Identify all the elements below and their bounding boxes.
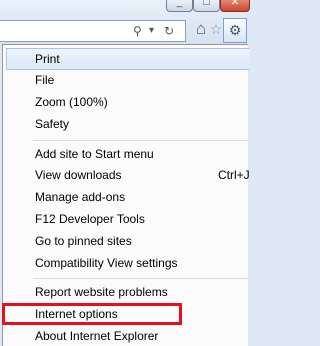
menu-item-report-website-problems[interactable]: Report website problems — [6, 281, 249, 303]
close-button[interactable]: ✕ — [220, 0, 250, 12]
menu-item-about-internet-explorer[interactable]: About Internet Explorer — [6, 325, 249, 346]
menu-item-label: File — [35, 73, 55, 87]
menu-item-print[interactable]: Print — [6, 48, 249, 70]
tools-button[interactable]: ⚙ — [223, 18, 247, 43]
menu-item-label: Compatibility View settings — [35, 256, 178, 270]
menu-item-go-to-pinned-sites[interactable]: Go to pinned sites — [6, 230, 249, 252]
menu-item-view-downloads[interactable]: View downloads Ctrl+J — [6, 164, 250, 186]
gear-icon: ⚙ — [228, 22, 242, 38]
menu-item-label: Print — [35, 52, 60, 66]
menu-item-label: View downloads — [35, 168, 122, 182]
menu-item-label: Report website problems — [35, 285, 168, 299]
menu-item-label: About Internet Explorer — [35, 329, 159, 343]
menu-item-label: Go to pinned sites — [35, 234, 132, 248]
menu-item-zoom[interactable]: Zoom (100%) — [6, 91, 249, 113]
menu-item-label: Manage add-ons — [35, 190, 126, 204]
shortcut-label: Ctrl+J — [218, 168, 250, 182]
tools-menu: Print File Zoom (100%) Safety Add site t… — [2, 44, 250, 346]
menu-item-file[interactable]: File — [6, 69, 249, 91]
menu-item-label: Safety — [35, 117, 70, 131]
search-icon[interactable]: ⚲ — [133, 24, 142, 38]
highlight-box — [2, 303, 182, 325]
address-bar[interactable]: ⚲ ▾ ↻ — [0, 20, 186, 42]
menu-item-safety[interactable]: Safety — [6, 113, 249, 135]
menu-item-f12-developer-tools[interactable]: F12 Developer Tools — [6, 208, 249, 230]
browser-toolbar: _ □ ✕ ⚲ ▾ ↻ ⌂ ☆ ⚙ — [0, 0, 250, 46]
menu-item-label: Zoom (100%) — [35, 95, 108, 109]
menu-item-add-site-to-start-menu[interactable]: Add site to Start menu — [6, 143, 249, 165]
menu-item-manage-add-ons[interactable]: Manage add-ons — [6, 186, 249, 208]
minimize-button[interactable]: _ — [166, 0, 193, 12]
menu-item-label: F12 Developer Tools — [35, 212, 145, 226]
menu-item-compatibility-view-settings[interactable]: Compatibility View settings — [6, 252, 249, 274]
address-dropdown-icon[interactable]: ▾ — [149, 24, 154, 38]
menu-separator — [33, 140, 249, 141]
menu-item-label: Add site to Start menu — [35, 147, 154, 161]
menu-separator — [33, 278, 249, 279]
refresh-icon[interactable]: ↻ — [164, 24, 174, 38]
maximize-button[interactable]: □ — [193, 0, 220, 12]
